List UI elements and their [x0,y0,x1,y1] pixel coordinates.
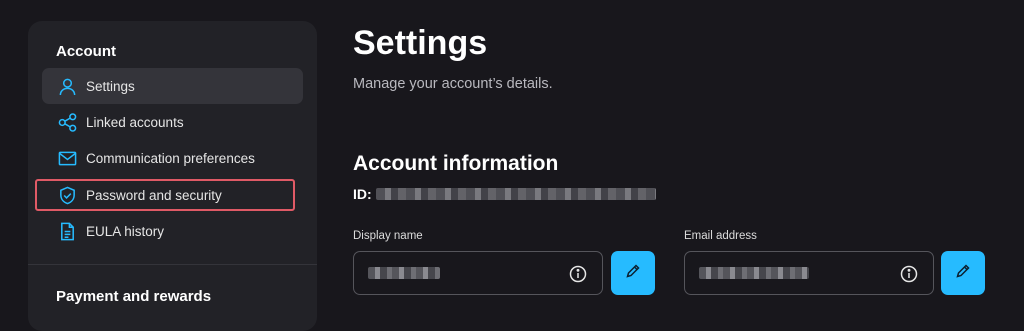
sidebar-item-eula-history[interactable]: EULA history [42,213,303,249]
sidebar-item-linked-accounts[interactable]: Linked accounts [42,104,303,140]
document-icon [57,221,77,241]
pencil-icon [955,263,971,284]
sidebar-heading-account: Account [56,43,116,60]
sidebar-heading-payment: Payment and rewards [56,288,212,305]
page-subtitle: Manage your account’s details. [353,76,553,92]
sidebar-item-settings[interactable]: Settings [42,68,303,104]
sidebar-item-label: EULA history [86,223,165,239]
account-id-row: ID: [353,186,656,202]
mail-icon [57,148,77,168]
section-title: Account information [353,152,559,175]
display-name-label: Display name [353,230,423,242]
sidebar-item-label: Settings [86,78,135,94]
sidebar-item-communication-preferences[interactable]: Communication preferences [42,140,303,176]
email-field[interactable] [684,251,934,295]
info-icon[interactable] [568,264,588,284]
sidebar: Account Settings Linked accounts Communi… [28,21,317,331]
sidebar-divider [28,264,317,265]
page-title: Settings [353,24,488,62]
share-icon [57,112,77,132]
display-name-redacted [368,267,440,279]
account-id-label: ID: [353,186,372,202]
email-label: Email address [684,230,757,242]
sidebar-item-label: Linked accounts [86,114,184,130]
account-id-redacted [375,188,656,200]
email-redacted [699,267,809,279]
edit-display-name-button[interactable] [611,251,655,295]
highlight-annotation [35,179,295,211]
info-icon[interactable] [899,264,919,284]
pencil-icon [625,263,641,284]
sidebar-item-label: Communication preferences [86,150,255,166]
user-icon [57,76,77,96]
edit-email-button[interactable] [941,251,985,295]
display-name-field[interactable] [353,251,603,295]
